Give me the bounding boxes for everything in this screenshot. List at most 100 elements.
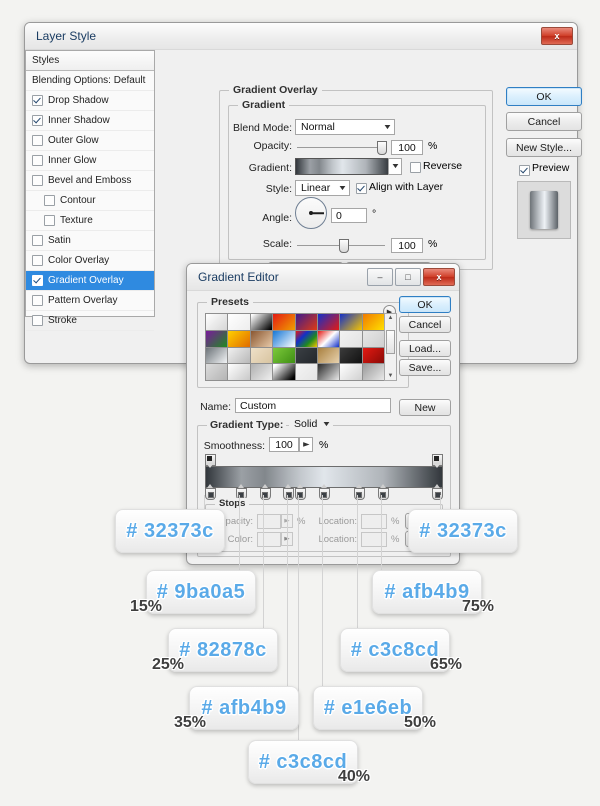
preset-swatch[interactable] (206, 347, 228, 364)
scroll-up-icon[interactable]: ▲ (388, 314, 394, 322)
scale-input[interactable]: 100 (391, 238, 423, 253)
ok-button[interactable]: OK (506, 87, 582, 106)
preset-swatch[interactable] (340, 314, 362, 330)
preview-checkbox[interactable] (519, 165, 530, 176)
color-stop[interactable] (294, 484, 306, 500)
color-stop[interactable] (318, 484, 330, 500)
opacity-stop[interactable] (432, 454, 443, 468)
name-input[interactable]: Custom (235, 398, 391, 413)
ge-save-button[interactable]: Save... (399, 359, 451, 376)
maximize-icon[interactable]: □ (395, 268, 421, 286)
preset-swatch[interactable] (295, 314, 317, 330)
cancel-button[interactable]: Cancel (506, 112, 582, 131)
sidebar-item-contour[interactable]: Contour (26, 191, 154, 211)
preset-swatch[interactable] (340, 330, 362, 347)
align-with-layer-checkbox[interactable] (356, 183, 367, 194)
checkbox-icon[interactable] (32, 295, 43, 306)
close-icon[interactable]: x (423, 268, 455, 286)
sidebar-item-stroke[interactable]: Stroke (26, 311, 154, 331)
checkbox-icon[interactable] (44, 195, 55, 206)
color-stop[interactable] (259, 484, 271, 500)
reverse-checkbox[interactable] (410, 162, 421, 173)
preset-swatch[interactable] (273, 364, 295, 380)
stop-location-input-2[interactable] (361, 532, 387, 547)
preset-swatch[interactable] (228, 314, 250, 330)
preset-swatch[interactable] (250, 347, 273, 364)
presets-scrollbar[interactable]: ▲ ▼ (384, 313, 397, 381)
preset-swatch[interactable] (250, 330, 273, 347)
preset-swatch[interactable] (273, 314, 295, 330)
preset-swatch[interactable] (273, 347, 295, 364)
opacity-stop[interactable] (205, 454, 216, 468)
preset-swatch[interactable] (228, 330, 250, 347)
blend-mode-select[interactable]: Normal ▼ (295, 119, 395, 135)
preset-swatch[interactable] (362, 364, 384, 380)
checkbox-icon[interactable] (32, 255, 43, 266)
gradient-editor-titlebar[interactable]: Gradient Editor – □ x (187, 264, 459, 291)
sidebar-item-blending-options[interactable]: Blending Options: Default (26, 71, 154, 91)
scrollbar-thumb[interactable] (386, 330, 395, 354)
sidebar-item-texture[interactable]: Texture (26, 211, 154, 231)
ge-ok-button[interactable]: OK (399, 296, 451, 313)
preset-swatch[interactable] (362, 314, 384, 330)
preset-swatch[interactable] (317, 330, 340, 347)
sidebar-item-color-overlay[interactable]: Color Overlay (26, 251, 154, 271)
preset-swatch[interactable] (340, 364, 362, 380)
preset-swatch[interactable] (317, 364, 340, 380)
stop-location-input-1[interactable] (361, 514, 387, 529)
smoothness-stepper[interactable]: ▶ (299, 437, 313, 452)
preset-swatch[interactable] (250, 314, 273, 330)
layer-style-titlebar[interactable]: Layer Style x (25, 23, 577, 50)
checkbox-icon[interactable] (32, 315, 43, 326)
opacity-slider-knob[interactable] (377, 141, 387, 155)
checkbox-icon[interactable] (32, 115, 43, 126)
sidebar-item-bevel-and-emboss[interactable]: Bevel and Emboss (26, 171, 154, 191)
ge-new-button[interactable]: New (399, 399, 451, 416)
opacity-slider-track[interactable] (297, 147, 385, 148)
presets-grid[interactable] (205, 313, 385, 381)
preset-swatch[interactable] (206, 330, 228, 347)
color-stop[interactable] (432, 484, 443, 500)
new-style-button[interactable]: New Style... (506, 138, 582, 157)
angle-dial[interactable] (295, 197, 327, 229)
sidebar-item-drop-shadow[interactable]: Drop Shadow (26, 91, 154, 111)
close-icon[interactable]: x (541, 27, 573, 45)
sidebar-item-outer-glow[interactable]: Outer Glow (26, 131, 154, 151)
preset-swatch[interactable] (228, 347, 250, 364)
preset-swatch[interactable] (295, 330, 317, 347)
preset-swatch[interactable] (362, 330, 384, 347)
gradient-preview-swatch[interactable] (295, 158, 390, 175)
scroll-down-icon[interactable]: ▼ (388, 372, 394, 380)
checkbox-icon[interactable] (32, 155, 43, 166)
preset-swatch[interactable] (340, 347, 362, 364)
preset-swatch[interactable] (317, 314, 340, 330)
preset-swatch[interactable] (273, 330, 295, 347)
sidebar-item-gradient-overlay[interactable]: Gradient Overlay (26, 271, 154, 291)
ge-cancel-button[interactable]: Cancel (399, 316, 451, 333)
preset-swatch[interactable] (228, 364, 250, 380)
checkbox-icon[interactable] (32, 175, 43, 186)
minimize-icon[interactable]: – (367, 268, 393, 286)
color-stop[interactable] (377, 484, 389, 500)
preset-swatch[interactable] (317, 347, 340, 364)
scale-slider-knob[interactable] (339, 239, 349, 253)
angle-input[interactable]: 0 (331, 208, 367, 223)
preset-swatch[interactable] (206, 364, 228, 380)
preset-swatch[interactable] (295, 347, 317, 364)
preset-swatch[interactable] (250, 364, 273, 380)
stop-opacity-input[interactable] (257, 514, 281, 529)
color-stop[interactable] (353, 484, 365, 500)
sidebar-item-inner-glow[interactable]: Inner Glow (26, 151, 154, 171)
preset-swatch[interactable] (206, 314, 228, 330)
smoothness-input[interactable]: 100 (269, 437, 299, 452)
ge-load-button[interactable]: Load... (399, 340, 451, 357)
checkbox-icon[interactable] (32, 95, 43, 106)
sidebar-item-inner-shadow[interactable]: Inner Shadow (26, 111, 154, 131)
stop-color-swatch[interactable] (257, 532, 281, 547)
checkbox-icon[interactable] (44, 215, 55, 226)
gradient-picker-button[interactable]: ▼ (388, 158, 402, 175)
preset-swatch[interactable] (362, 347, 384, 364)
checkbox-icon[interactable] (32, 235, 43, 246)
opacity-input[interactable]: 100 (391, 140, 423, 155)
color-stop[interactable] (283, 484, 295, 500)
